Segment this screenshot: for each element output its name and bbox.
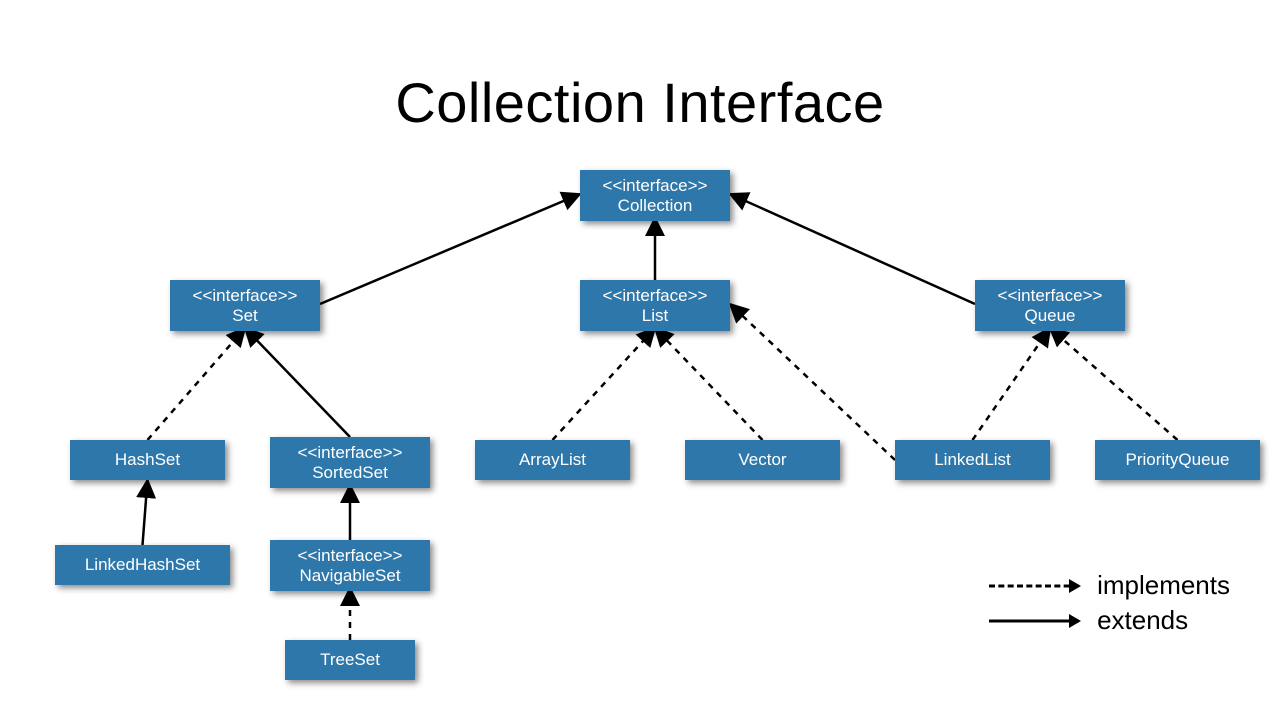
node-navigableset: <<interface>>NavigableSet: [270, 540, 430, 591]
edge-vector-to-list: [655, 328, 763, 440]
node-hashset: HashSet: [70, 440, 225, 480]
node-arraylist: ArrayList: [475, 440, 630, 480]
edge-priorityqueue-to-queue: [1050, 328, 1178, 440]
node-treeset: TreeSet: [285, 640, 415, 680]
legend-extends-label: extends: [1097, 605, 1188, 636]
node-linkedhashset: LinkedHashSet: [55, 545, 230, 585]
edge-linkedhashset-to-hashset: [143, 480, 148, 545]
legend-implements: implements: [989, 570, 1230, 601]
edge-linkedlist-to-list: [730, 304, 895, 460]
edge-queue-to-collection: [730, 194, 975, 304]
legend: implements extends: [989, 566, 1230, 640]
node-list: <<interface>>List: [580, 280, 730, 331]
edge-sortedset-to-set: [245, 328, 350, 437]
node-priorityqueue: PriorityQueue: [1095, 440, 1260, 480]
node-vector: Vector: [685, 440, 840, 480]
edge-linkedlist-to-queue: [973, 328, 1051, 440]
node-linkedlist: LinkedList: [895, 440, 1050, 480]
node-collection: <<interface>>Collection: [580, 170, 730, 221]
node-sortedset: <<interface>>SortedSet: [270, 437, 430, 488]
edge-hashset-to-set: [148, 328, 246, 440]
node-set: <<interface>>Set: [170, 280, 320, 331]
legend-implements-label: implements: [1097, 570, 1230, 601]
legend-extends: extends: [989, 605, 1230, 636]
diagram-title: Collection Interface: [0, 70, 1280, 135]
node-queue: <<interface>>Queue: [975, 280, 1125, 331]
edge-set-to-collection: [320, 194, 580, 304]
edge-arraylist-to-list: [553, 328, 656, 440]
diagram-stage: Collection Interface <<interface>>Collec…: [0, 0, 1280, 720]
